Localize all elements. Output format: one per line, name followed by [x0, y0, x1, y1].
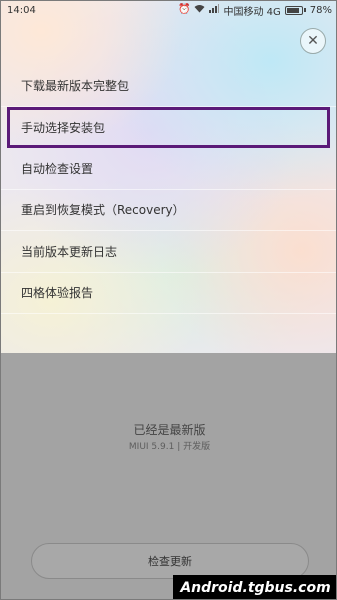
check-update-label: 检查更新: [148, 555, 192, 568]
battery-level: 78%: [309, 4, 332, 16]
carrier-label: 中国移动 4G: [223, 6, 281, 18]
wifi-icon: [194, 4, 205, 16]
close-icon: ✕: [307, 33, 319, 49]
status-bar: 14:04 ⏰ 中国移动 4G 78%: [1, 1, 336, 19]
menu-item-label: 四格体验报告: [21, 286, 94, 301]
check-update-button[interactable]: 检查更新: [31, 543, 309, 579]
battery-cap: [303, 8, 306, 12]
update-status-title: 已经是最新版: [133, 423, 206, 437]
alarm-icon: ⏰: [178, 4, 191, 15]
battery-icon: [284, 5, 303, 15]
menu-item-label: 重启到恢复模式（Recovery）: [21, 203, 185, 218]
menu-item-label: 下载最新版本完整包: [21, 78, 130, 93]
version-label: MIUI 5.9.1 | 开发版: [128, 442, 211, 452]
signal-icon: [209, 4, 220, 16]
update-status-area: 已经是最新版 MIUI 5.9.1 | 开发版 检查更新 Android.tgb…: [1, 353, 336, 599]
menu-sheet: 14:04 ⏰ 中国移动 4G 78% ✕ 下载最新版本完整包 手动选择安装包 …: [1, 1, 336, 353]
status-icons: ⏰ 中国移动 4G 78%: [178, 3, 332, 18]
menu-list: 下载最新版本完整包 手动选择安装包 自动检查设置 重启到恢复模式（Recover…: [1, 65, 336, 314]
menu-item-changelog[interactable]: 当前版本更新日志: [1, 231, 336, 273]
menu-item-experience-report[interactable]: 四格体验报告: [1, 273, 336, 314]
menu-item-reboot-recovery[interactable]: 重启到恢复模式（Recovery）: [1, 190, 336, 231]
close-button[interactable]: ✕: [300, 28, 326, 54]
screen: 14:04 ⏰ 中国移动 4G 78% ✕ 下载最新版本完整包 手动选择安装包 …: [0, 0, 337, 600]
watermark-logo: Android.tgbus.com: [173, 575, 336, 599]
menu-item-auto-check-settings[interactable]: 自动检查设置: [1, 148, 336, 190]
menu-item-manual-select-package[interactable]: 手动选择安装包: [7, 106, 330, 148]
menu-item-label: 当前版本更新日志: [21, 244, 118, 259]
menu-item-download-full-package[interactable]: 下载最新版本完整包: [1, 65, 336, 107]
menu-item-label: 手动选择安装包: [21, 120, 106, 135]
menu-item-label: 自动检查设置: [21, 161, 94, 176]
status-time: 14:04: [7, 4, 36, 16]
